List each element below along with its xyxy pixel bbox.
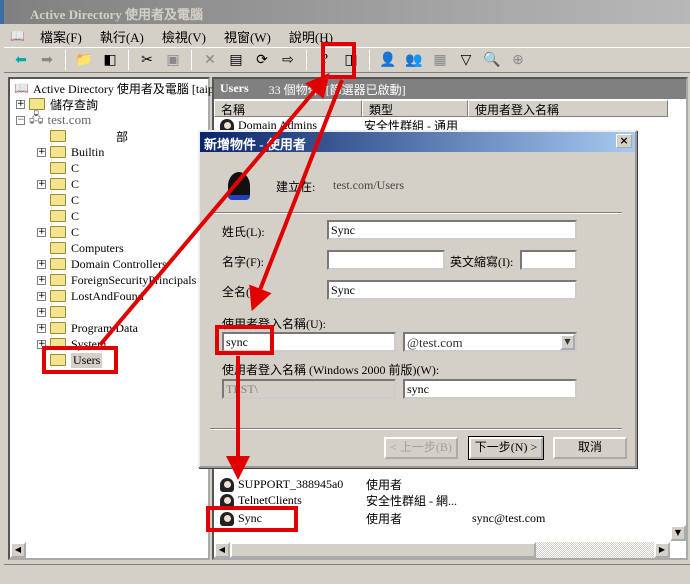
arrow-toolbar-to-logon: [249, 79, 344, 312]
annotation-arrows: [98, 72, 344, 480]
